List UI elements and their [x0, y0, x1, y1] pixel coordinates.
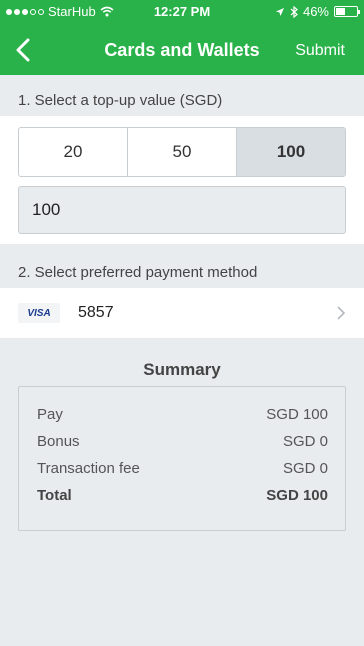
topup-section-label: 1. Select a top-up value (SGD)	[18, 92, 223, 109]
summary-total-value: SGD 100	[266, 487, 328, 504]
summary-box: Pay SGD 100 Bonus SGD 0 Transaction fee …	[18, 386, 346, 531]
summary-value: SGD 0	[282, 433, 328, 450]
topup-value-selector: 20 50 100	[18, 127, 346, 177]
summary-label: Pay	[37, 406, 63, 423]
topup-option-20[interactable]: 20	[19, 128, 128, 176]
card-last-digits: 5857	[78, 304, 114, 321]
summary-label: Bonus	[37, 433, 80, 450]
summary-value: SGD 100	[266, 406, 328, 423]
summary-row-pay: Pay SGD 100	[37, 406, 328, 423]
visa-card-icon: VISA	[18, 303, 60, 323]
summary-title: Summary	[143, 360, 221, 379]
status-bar: StarHub 12:27 PM 46%	[0, 0, 364, 22]
topup-amount-input[interactable]	[18, 186, 346, 234]
summary-total-label: Total	[37, 487, 72, 504]
payment-method-row[interactable]: VISA 5857	[0, 288, 364, 338]
payment-section-label: 2. Select preferred payment method	[18, 264, 258, 281]
battery-icon	[334, 6, 360, 17]
status-indicators: 46%	[275, 4, 360, 19]
bluetooth-icon	[290, 5, 298, 18]
submit-button[interactable]: Submit	[295, 42, 345, 60]
summary-label: Transaction fee	[37, 460, 140, 477]
summary-value: SGD 0	[282, 460, 328, 477]
summary-row-bonus: Bonus SGD 0	[37, 433, 328, 450]
chevron-right-icon	[337, 306, 346, 320]
app-header: StarHub 12:27 PM 46% Cards and Wallets S…	[0, 0, 364, 75]
summary-row-total: Total SGD 100	[37, 487, 328, 504]
summary-row-fee: Transaction fee SGD 0	[37, 460, 328, 477]
battery-percent: 46%	[302, 4, 329, 19]
topup-option-50[interactable]: 50	[128, 128, 237, 176]
location-arrow-icon	[275, 7, 284, 16]
topup-option-100[interactable]: 100	[237, 128, 345, 176]
